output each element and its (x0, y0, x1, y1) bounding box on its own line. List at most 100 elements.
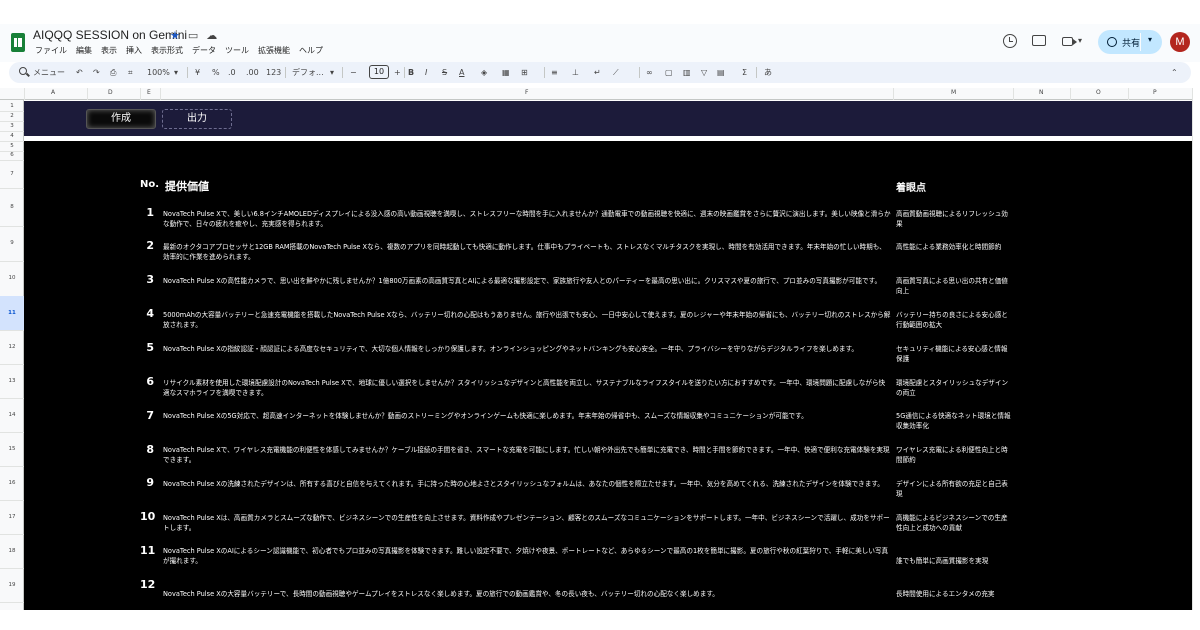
item-focus-text[interactable]: 高機能によるビジネスシーンでの生産性向上と成功への貢献 (896, 513, 1014, 533)
item-focus-text[interactable]: 5G通信による快適なネット環境と情報収集効率化 (896, 411, 1014, 431)
column-header-e[interactable]: E (147, 89, 151, 96)
merge-cells-icon[interactable]: ⊞ (521, 66, 528, 79)
star-icon[interactable]: ★ (170, 29, 180, 42)
number-format-button[interactable]: 123 (266, 66, 281, 79)
row-header-1[interactable]: 1 (0, 101, 24, 111)
paint-format-icon[interactable]: ⌗ (128, 66, 133, 79)
input-tools-icon[interactable]: あ (764, 66, 772, 79)
item-focus-text[interactable]: 環境配慮とスタイリッシュなデザインの両立 (896, 378, 1014, 398)
menu-view[interactable]: 表示 (101, 45, 117, 56)
menu-extensions[interactable]: 拡張機能 (258, 45, 290, 56)
item-focus-text[interactable]: ワイヤレス充電による利便性向上と時間節約 (896, 445, 1014, 465)
row-header-12[interactable]: 12 (0, 330, 24, 364)
text-wrap-icon[interactable]: ↵ (594, 66, 601, 79)
increase-decimal-button[interactable]: .00 (246, 66, 259, 79)
item-number[interactable]: 10 (140, 510, 155, 523)
column-header-f[interactable]: F (525, 89, 528, 96)
menu-tools[interactable]: ツール (225, 45, 249, 56)
bold-icon[interactable]: B (408, 66, 414, 79)
share-button[interactable]: 共有 ▾ (1098, 30, 1162, 54)
font-size-decrease-button[interactable]: − (350, 66, 357, 79)
search-icon[interactable] (19, 67, 27, 75)
insert-comment-icon[interactable]: ▢ (665, 66, 673, 79)
row-header-4[interactable]: 4 (0, 131, 24, 141)
document-title[interactable]: AIQQQ SESSION on Gemini (33, 28, 187, 42)
row-header-16[interactable]: 16 (0, 466, 24, 500)
filter-views-icon[interactable]: ▤ (717, 66, 725, 79)
column-header-o[interactable]: O (1096, 89, 1101, 96)
item-number[interactable]: 8 (140, 443, 154, 456)
item-focus-text[interactable]: 高性能による業務効率化と時間節約 (896, 242, 1014, 252)
strikethrough-icon[interactable]: S (442, 66, 447, 79)
row-header-17[interactable]: 17 (0, 500, 24, 534)
meet-chevron-down-icon[interactable]: ▾ (1078, 36, 1082, 45)
row-header-6[interactable]: 6 (0, 151, 24, 160)
row-header-15[interactable]: 15 (0, 432, 24, 466)
item-number[interactable]: 11 (140, 544, 155, 557)
comment-icon[interactable] (1032, 35, 1046, 46)
item-focus-text[interactable]: 長時間使用によるエンタメの充実 (896, 589, 1014, 599)
percent-format-button[interactable]: % (212, 66, 220, 79)
item-value-text[interactable]: 5000mAhの大容量バッテリーと急速充電機能を搭載したNovaTech Pul… (163, 310, 891, 330)
item-number[interactable]: 1 (140, 206, 154, 219)
text-rotation-icon[interactable]: ⟋ (613, 66, 619, 79)
item-value-text[interactable]: NovaTech Pulse XのAIによるシーン認識機能で、初心者でもプロ並み… (163, 546, 891, 566)
menu-data[interactable]: データ (192, 45, 216, 56)
menu-file[interactable]: ファイル (35, 45, 67, 56)
row-header-5[interactable]: 5 (0, 141, 24, 151)
meet-camera-icon[interactable] (1062, 37, 1077, 46)
item-value-text[interactable]: NovaTech Pulse Xは、高画質カメラとスムーズな動作で、ビジネスシー… (163, 513, 891, 533)
row-header-9[interactable]: 9 (0, 226, 24, 261)
item-focus-text[interactable]: セキュリティ機能による安心感と情報保護 (896, 344, 1014, 364)
functions-icon[interactable]: Σ (742, 66, 747, 79)
column-header-n[interactable]: N (1039, 89, 1044, 96)
fill-color-icon[interactable]: ◈ (481, 66, 487, 79)
zoom-chevron-down-icon[interactable]: ▾ (174, 66, 178, 79)
item-value-text[interactable]: NovaTech Pulse Xで、ワイヤレス充電機能の利便性を体感してみません… (163, 445, 891, 465)
column-header-m[interactable]: M (951, 89, 956, 96)
undo-icon[interactable]: ↶ (76, 66, 83, 79)
sheets-logo-icon[interactable] (11, 33, 25, 52)
filter-icon[interactable]: ▽ (701, 66, 707, 79)
item-number[interactable]: 9 (140, 476, 154, 489)
row-header-10[interactable]: 10 (0, 261, 24, 296)
version-history-icon[interactable] (1003, 34, 1017, 48)
decrease-decimal-button[interactable]: .0 (228, 66, 236, 79)
item-number[interactable]: 7 (140, 409, 154, 422)
row-header-3[interactable]: 3 (0, 121, 24, 131)
cloud-status-icon[interactable]: ☁ (206, 29, 217, 42)
font-size-increase-button[interactable]: + (394, 66, 401, 79)
align-horizontal-icon[interactable]: ≡ (551, 66, 558, 79)
menu-help[interactable]: ヘルプ (299, 45, 323, 56)
font-chevron-down-icon[interactable]: ▾ (330, 66, 334, 79)
vertical-scrollbar[interactable] (1192, 88, 1200, 610)
borders-icon[interactable]: ▦ (502, 66, 510, 79)
italic-icon[interactable]: I (425, 66, 427, 79)
item-value-text[interactable]: NovaTech Pulse Xで、美しい6.8インチAMOLEDディスプレイに… (163, 209, 891, 229)
item-focus-text[interactable]: 誰でも簡単に高画質撮影を実現 (896, 556, 1014, 566)
avatar[interactable]: M (1170, 32, 1190, 52)
item-focus-text[interactable]: 高画質写真による思い出の共有と価値向上 (896, 276, 1014, 296)
item-focus-text[interactable]: 高画質動画視聴によるリフレッシュ効果 (896, 209, 1014, 229)
item-focus-text[interactable]: デザインによる所有欲の充足と自己表現 (896, 479, 1014, 499)
row-header-14[interactable]: 14 (0, 398, 24, 432)
column-header-p[interactable]: P (1153, 89, 1157, 96)
item-value-text[interactable]: リサイクル素材を使用した環境配慮設計のNovaTech Pulse Xで、地球に… (163, 378, 891, 398)
align-vertical-icon[interactable]: ⊥ (572, 66, 579, 79)
row-header-18[interactable]: 18 (0, 534, 24, 568)
row-header-7[interactable]: 7 (0, 160, 24, 188)
item-number[interactable]: 3 (140, 273, 154, 286)
row-header-19[interactable]: 19 (0, 568, 24, 602)
output-button[interactable]: 出力 (162, 109, 232, 129)
font-select[interactable]: デフォ... (292, 66, 324, 79)
item-value-text[interactable]: NovaTech Pulse Xの洗練されたデザインは、所有する喜びと自信を与え… (163, 479, 891, 489)
menu-insert[interactable]: 挿入 (126, 45, 142, 56)
currency-format-button[interactable]: ¥ (195, 66, 200, 79)
collapse-toolbar-icon[interactable]: ⌃ (1171, 66, 1178, 79)
item-value-text[interactable]: 最新のオクタコアプロセッサと12GB RAM搭載のNovaTech Pulse … (163, 242, 891, 262)
insert-chart-icon[interactable]: ▥ (683, 66, 691, 79)
row-header-11[interactable]: 11 (0, 296, 24, 330)
row-header-8[interactable]: 8 (0, 188, 24, 226)
item-number[interactable]: 2 (140, 239, 154, 252)
font-size-input[interactable]: 10 (369, 65, 389, 79)
